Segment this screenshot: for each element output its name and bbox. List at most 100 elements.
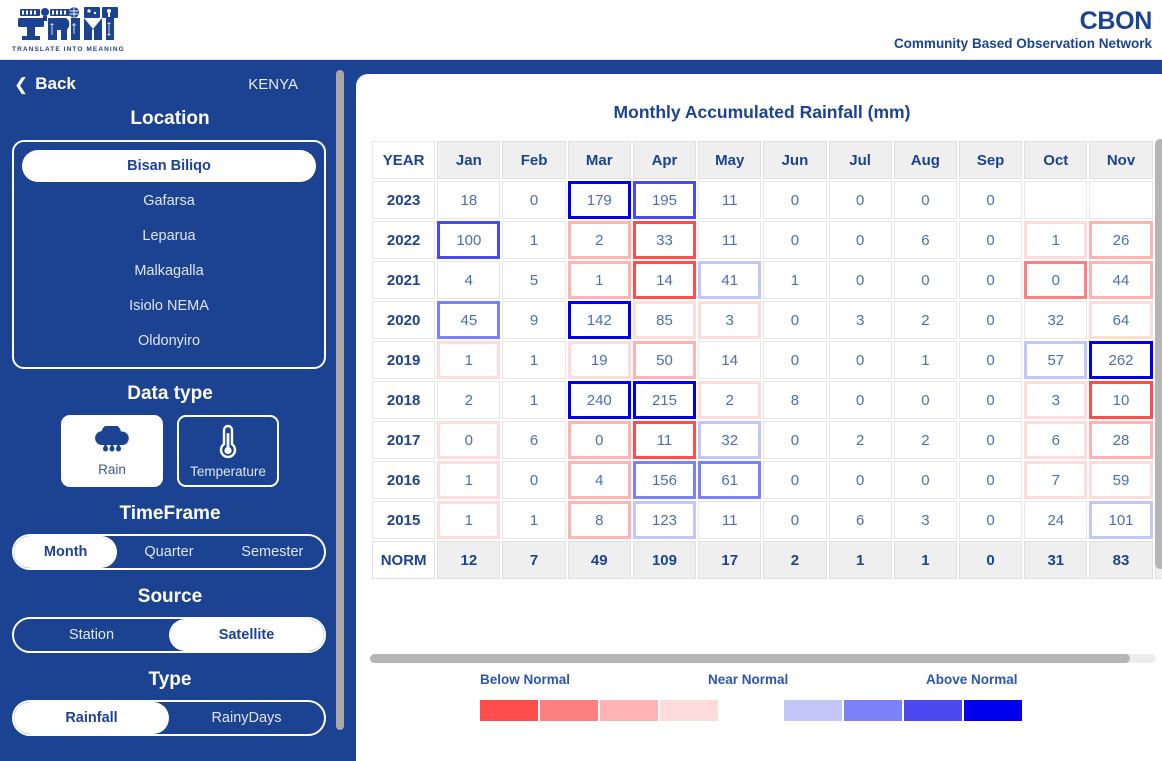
table-row: 2015118123110630241011 bbox=[372, 501, 1162, 539]
location-item-gafarsa[interactable]: Gafarsa bbox=[22, 185, 316, 217]
table-horizontal-scrollbar[interactable] bbox=[370, 654, 1156, 663]
trim-logo[interactable]: TRANSLATE INTO MEANING bbox=[12, 6, 125, 53]
table-row: 201821240215280003103 bbox=[372, 381, 1162, 419]
main-panel: Monthly Accumulated Rainfall (mm) YEAR Ja… bbox=[356, 74, 1162, 761]
sidebar-scrollbar-thumb[interactable] bbox=[336, 70, 344, 730]
back-button-label: Back bbox=[35, 74, 76, 93]
table-cell-value: 0 bbox=[958, 181, 1023, 219]
page-title: Monthly Accumulated Rainfall (mm) bbox=[613, 102, 911, 122]
table-cell-value: 2 bbox=[437, 381, 501, 419]
above-normal-swatch-3 bbox=[904, 700, 962, 721]
timeframe-option-month[interactable]: Month bbox=[14, 536, 118, 568]
table-horizontal-scrollbar-thumb[interactable] bbox=[370, 654, 1130, 663]
table-cell-value: 1 bbox=[567, 261, 631, 299]
table-cell-norm-value: 2 bbox=[763, 541, 827, 579]
table-cell-value: 0 bbox=[958, 221, 1023, 259]
location-item-isiolo-nema[interactable]: Isiolo NEMA bbox=[22, 290, 316, 322]
datatype-option-temperature[interactable]: Temperature bbox=[177, 415, 279, 487]
below-normal-swatch-2 bbox=[540, 700, 598, 721]
table-cell-value: 18 bbox=[437, 181, 501, 219]
table-cell-value: 262 bbox=[1089, 341, 1153, 379]
table-cell-value: 11 bbox=[698, 221, 762, 259]
table-cell-norm-value: 83 bbox=[1089, 541, 1153, 579]
table-cell-value: 1 bbox=[502, 501, 566, 539]
table-cell-value: 0 bbox=[828, 261, 892, 299]
app-root: TRANSLATE INTO MEANING CBON Community Ba… bbox=[0, 0, 1162, 761]
table-row: 202210012331100601266 bbox=[372, 221, 1162, 259]
table-cell-value: 0 bbox=[502, 461, 566, 499]
timeframe-option-quarter[interactable]: Quarter bbox=[117, 536, 220, 568]
rain-cloud-icon bbox=[95, 425, 129, 451]
table-cell-value: 0 bbox=[763, 221, 827, 259]
below-normal-swatch-3 bbox=[600, 700, 658, 721]
rainfall-table-container[interactable]: YEARJanFebMarAprMayJunJulAugSepOctNovDec… bbox=[370, 139, 1162, 591]
table-col-header-jun: Jun bbox=[763, 141, 827, 179]
datatype-option-rain[interactable]: Rain bbox=[61, 415, 163, 487]
legend-label-below-normal: Below Normal bbox=[480, 672, 571, 687]
table-cell-norm-value: 109 bbox=[632, 541, 697, 579]
logo-tagline: TRANSLATE INTO MEANING bbox=[12, 45, 125, 53]
table-col-header-sep: Sep bbox=[958, 141, 1023, 179]
table-cell-value: 64 bbox=[1089, 301, 1153, 339]
table-cell-year: 2019 bbox=[372, 341, 436, 379]
table-cell-value: 11 bbox=[632, 421, 697, 459]
table-cell-value: 0 bbox=[958, 461, 1023, 499]
table-cell-value: 44 bbox=[1089, 261, 1153, 299]
table-cell-value: 0 bbox=[893, 261, 957, 299]
table-cell-value: 0 bbox=[958, 501, 1023, 539]
table-cell-value: 59 bbox=[1089, 461, 1153, 499]
table-cell-value bbox=[1024, 181, 1088, 219]
table-cell-norm-value: 49 bbox=[567, 541, 631, 579]
table-col-header-nov: Nov bbox=[1089, 141, 1153, 179]
table-cell-norm-value: 7 bbox=[502, 541, 566, 579]
datatype-options: Rain Temperature bbox=[0, 415, 340, 487]
table-cell-norm-value: 0 bbox=[958, 541, 1023, 579]
table-body: 2023180179195110000202210012331100601266… bbox=[372, 181, 1162, 579]
table-cell-value: 8 bbox=[567, 501, 631, 539]
table-cell-value: 4 bbox=[567, 461, 631, 499]
table-cell-value: 0 bbox=[567, 421, 631, 459]
table-cell-value: 0 bbox=[828, 181, 892, 219]
location-item-malkagalla[interactable]: Malkagalla bbox=[22, 255, 316, 287]
table-cell-norm-value: 17 bbox=[698, 541, 762, 579]
type-option-rainydays[interactable]: RainyDays bbox=[169, 702, 324, 734]
table-cell-value: 0 bbox=[828, 381, 892, 419]
brand-block: CBON Community Based Observation Network bbox=[894, 8, 1152, 51]
timeframe-option-semester[interactable]: Semester bbox=[221, 536, 324, 568]
source-section-title: Source bbox=[137, 586, 203, 607]
app-header: TRANSLATE INTO MEANING CBON Community Ba… bbox=[0, 0, 1162, 60]
source-option-satellite[interactable]: Satellite bbox=[169, 619, 324, 651]
table-cell-year: 2017 bbox=[372, 421, 436, 459]
table-cell-year: 2015 bbox=[372, 501, 436, 539]
back-button[interactable]: ❮ Back bbox=[14, 74, 76, 94]
source-option-station[interactable]: Station bbox=[14, 619, 169, 651]
table-cell-norm-value: 1 bbox=[893, 541, 957, 579]
table-cell-value: 0 bbox=[958, 301, 1023, 339]
table-cell-value: 0 bbox=[958, 421, 1023, 459]
table-cell-value: 3 bbox=[828, 301, 892, 339]
table-cell-value: 0 bbox=[763, 301, 827, 339]
table-cell-value: 6 bbox=[893, 221, 957, 259]
table-cell-value: 4 bbox=[437, 261, 501, 299]
location-item-leparua[interactable]: Leparua bbox=[22, 220, 316, 252]
location-item-bisan-biliqo[interactable]: Bisan Biliqo bbox=[22, 150, 316, 182]
table-cell-value: 28 bbox=[1089, 421, 1153, 459]
table-cell-value: 0 bbox=[893, 381, 957, 419]
datatype-section-title: Data type bbox=[127, 383, 213, 404]
table-cell-value: 3 bbox=[1024, 381, 1088, 419]
table-cell-value: 2 bbox=[893, 301, 957, 339]
legend-scale-below-normal bbox=[480, 700, 718, 721]
type-option-rainfall[interactable]: Rainfall bbox=[14, 702, 169, 734]
location-item-oldonyiro[interactable]: Oldonyiro bbox=[22, 325, 316, 357]
table-row: 2021451144110000445 bbox=[372, 261, 1162, 299]
table-vertical-scrollbar[interactable] bbox=[1155, 139, 1162, 591]
table-cell-value: 45 bbox=[437, 301, 501, 339]
table-cell-value: 10 bbox=[1089, 381, 1153, 419]
table-cell-value: 1 bbox=[437, 461, 501, 499]
table-cell-value: 26 bbox=[1089, 221, 1153, 259]
table-cell-value: 1 bbox=[763, 261, 827, 299]
sidebar-scrollbar[interactable] bbox=[336, 70, 344, 756]
body-area: ❮ Back KENYA Location Bisan Biliqo Gafar… bbox=[0, 60, 1162, 761]
table-vertical-scrollbar-thumb[interactable] bbox=[1155, 139, 1162, 569]
table-cell-value: 3 bbox=[893, 501, 957, 539]
